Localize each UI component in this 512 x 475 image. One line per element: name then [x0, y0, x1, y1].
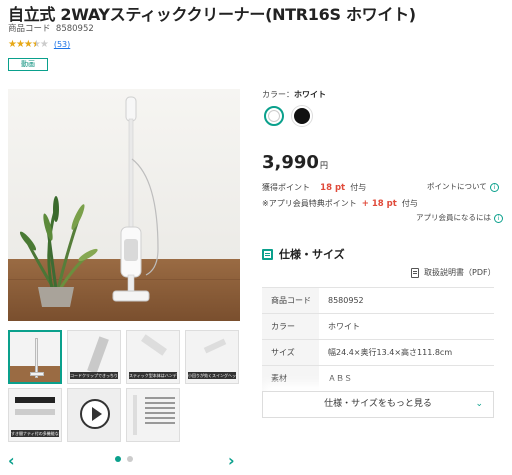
color-label: カラー：ホワイト — [262, 90, 326, 99]
thumbnail-2[interactable]: コードクリップできっちり収納 — [67, 330, 121, 384]
table-row: 素材 ＡＢＳ — [262, 365, 494, 392]
review-count-link[interactable]: (53) — [54, 40, 70, 49]
product-code: 商品コード 8580952 — [8, 22, 94, 34]
info-icon: i — [494, 213, 503, 223]
app-member-link[interactable]: アプリ会員になるには i — [416, 212, 503, 223]
price: 3,990円 — [262, 152, 328, 173]
chevron-down-icon: ⌄ — [475, 399, 483, 409]
spec-section-header: 仕様・サイズ — [262, 246, 345, 262]
gallery-pagination — [115, 456, 133, 462]
table-row: 商品コード 8580952 — [262, 287, 494, 314]
gallery-prev-arrow[interactable]: ‹ — [8, 451, 15, 470]
page-dot-1[interactable] — [115, 456, 121, 462]
table-row: カラー ホワイト — [262, 313, 494, 340]
earned-points: 獲得ポイント 18 pt 付与 — [262, 183, 367, 193]
gallery-next-arrow[interactable]: › — [228, 451, 235, 470]
table-row: サイズ 幅24.4×奥行13.4×高さ111.8cm — [262, 339, 494, 366]
price-amount: 3,990 — [262, 152, 319, 173]
color-selected: ホワイト — [294, 90, 326, 99]
color-swatch-black[interactable] — [292, 106, 312, 126]
thumbnail-1[interactable] — [8, 330, 62, 384]
spec-table: 商品コード 8580952 カラー ホワイト サイズ 幅24.4×奥行13.4×高さ1… — [262, 287, 494, 392]
spec-title: 仕様・サイズ — [279, 248, 345, 261]
video-badge[interactable]: 動画 — [8, 58, 48, 71]
app-member-points: ※アプリ会員特典ポイント + 18 pt 付与 — [262, 199, 418, 209]
rating: ★★★★★★ (53) — [8, 39, 70, 50]
main-product-image[interactable] — [8, 89, 240, 321]
thumbnail-video[interactable] — [67, 388, 121, 442]
thumbnail-5[interactable]: すき間ナティ付の多機能な2WAYノズル — [8, 388, 62, 442]
thumbnail-4[interactable]: 小回りが効くスイングヘッド — [185, 330, 239, 384]
thumbnail-7[interactable] — [126, 388, 180, 442]
points-about-link[interactable]: ポイントについて i — [427, 181, 499, 192]
product-code-label: 商品コード — [8, 24, 51, 34]
app-points-value: + 18 pt — [361, 199, 397, 209]
document-icon — [411, 267, 419, 278]
play-icon — [80, 399, 110, 429]
star-rating-icon: ★★★★★★ — [8, 39, 49, 50]
spec-list-icon — [262, 248, 273, 260]
color-swatch-white[interactable] — [264, 106, 284, 126]
points-value: 18 pt — [320, 183, 346, 193]
product-code-value: 8580952 — [55, 24, 94, 34]
price-currency: 円 — [319, 161, 328, 170]
manual-pdf-link[interactable]: 取扱説明書（PDF） — [411, 267, 496, 278]
page-dot-2[interactable] — [127, 456, 133, 462]
spec-more-button[interactable]: 仕様・サイズをもっと見る ⌄ — [262, 391, 494, 418]
info-icon: i — [489, 182, 499, 192]
thumbnail-3[interactable]: スティック型本体はハンディクリーナー — [126, 330, 180, 384]
cleaner-illustration — [19, 96, 159, 307]
